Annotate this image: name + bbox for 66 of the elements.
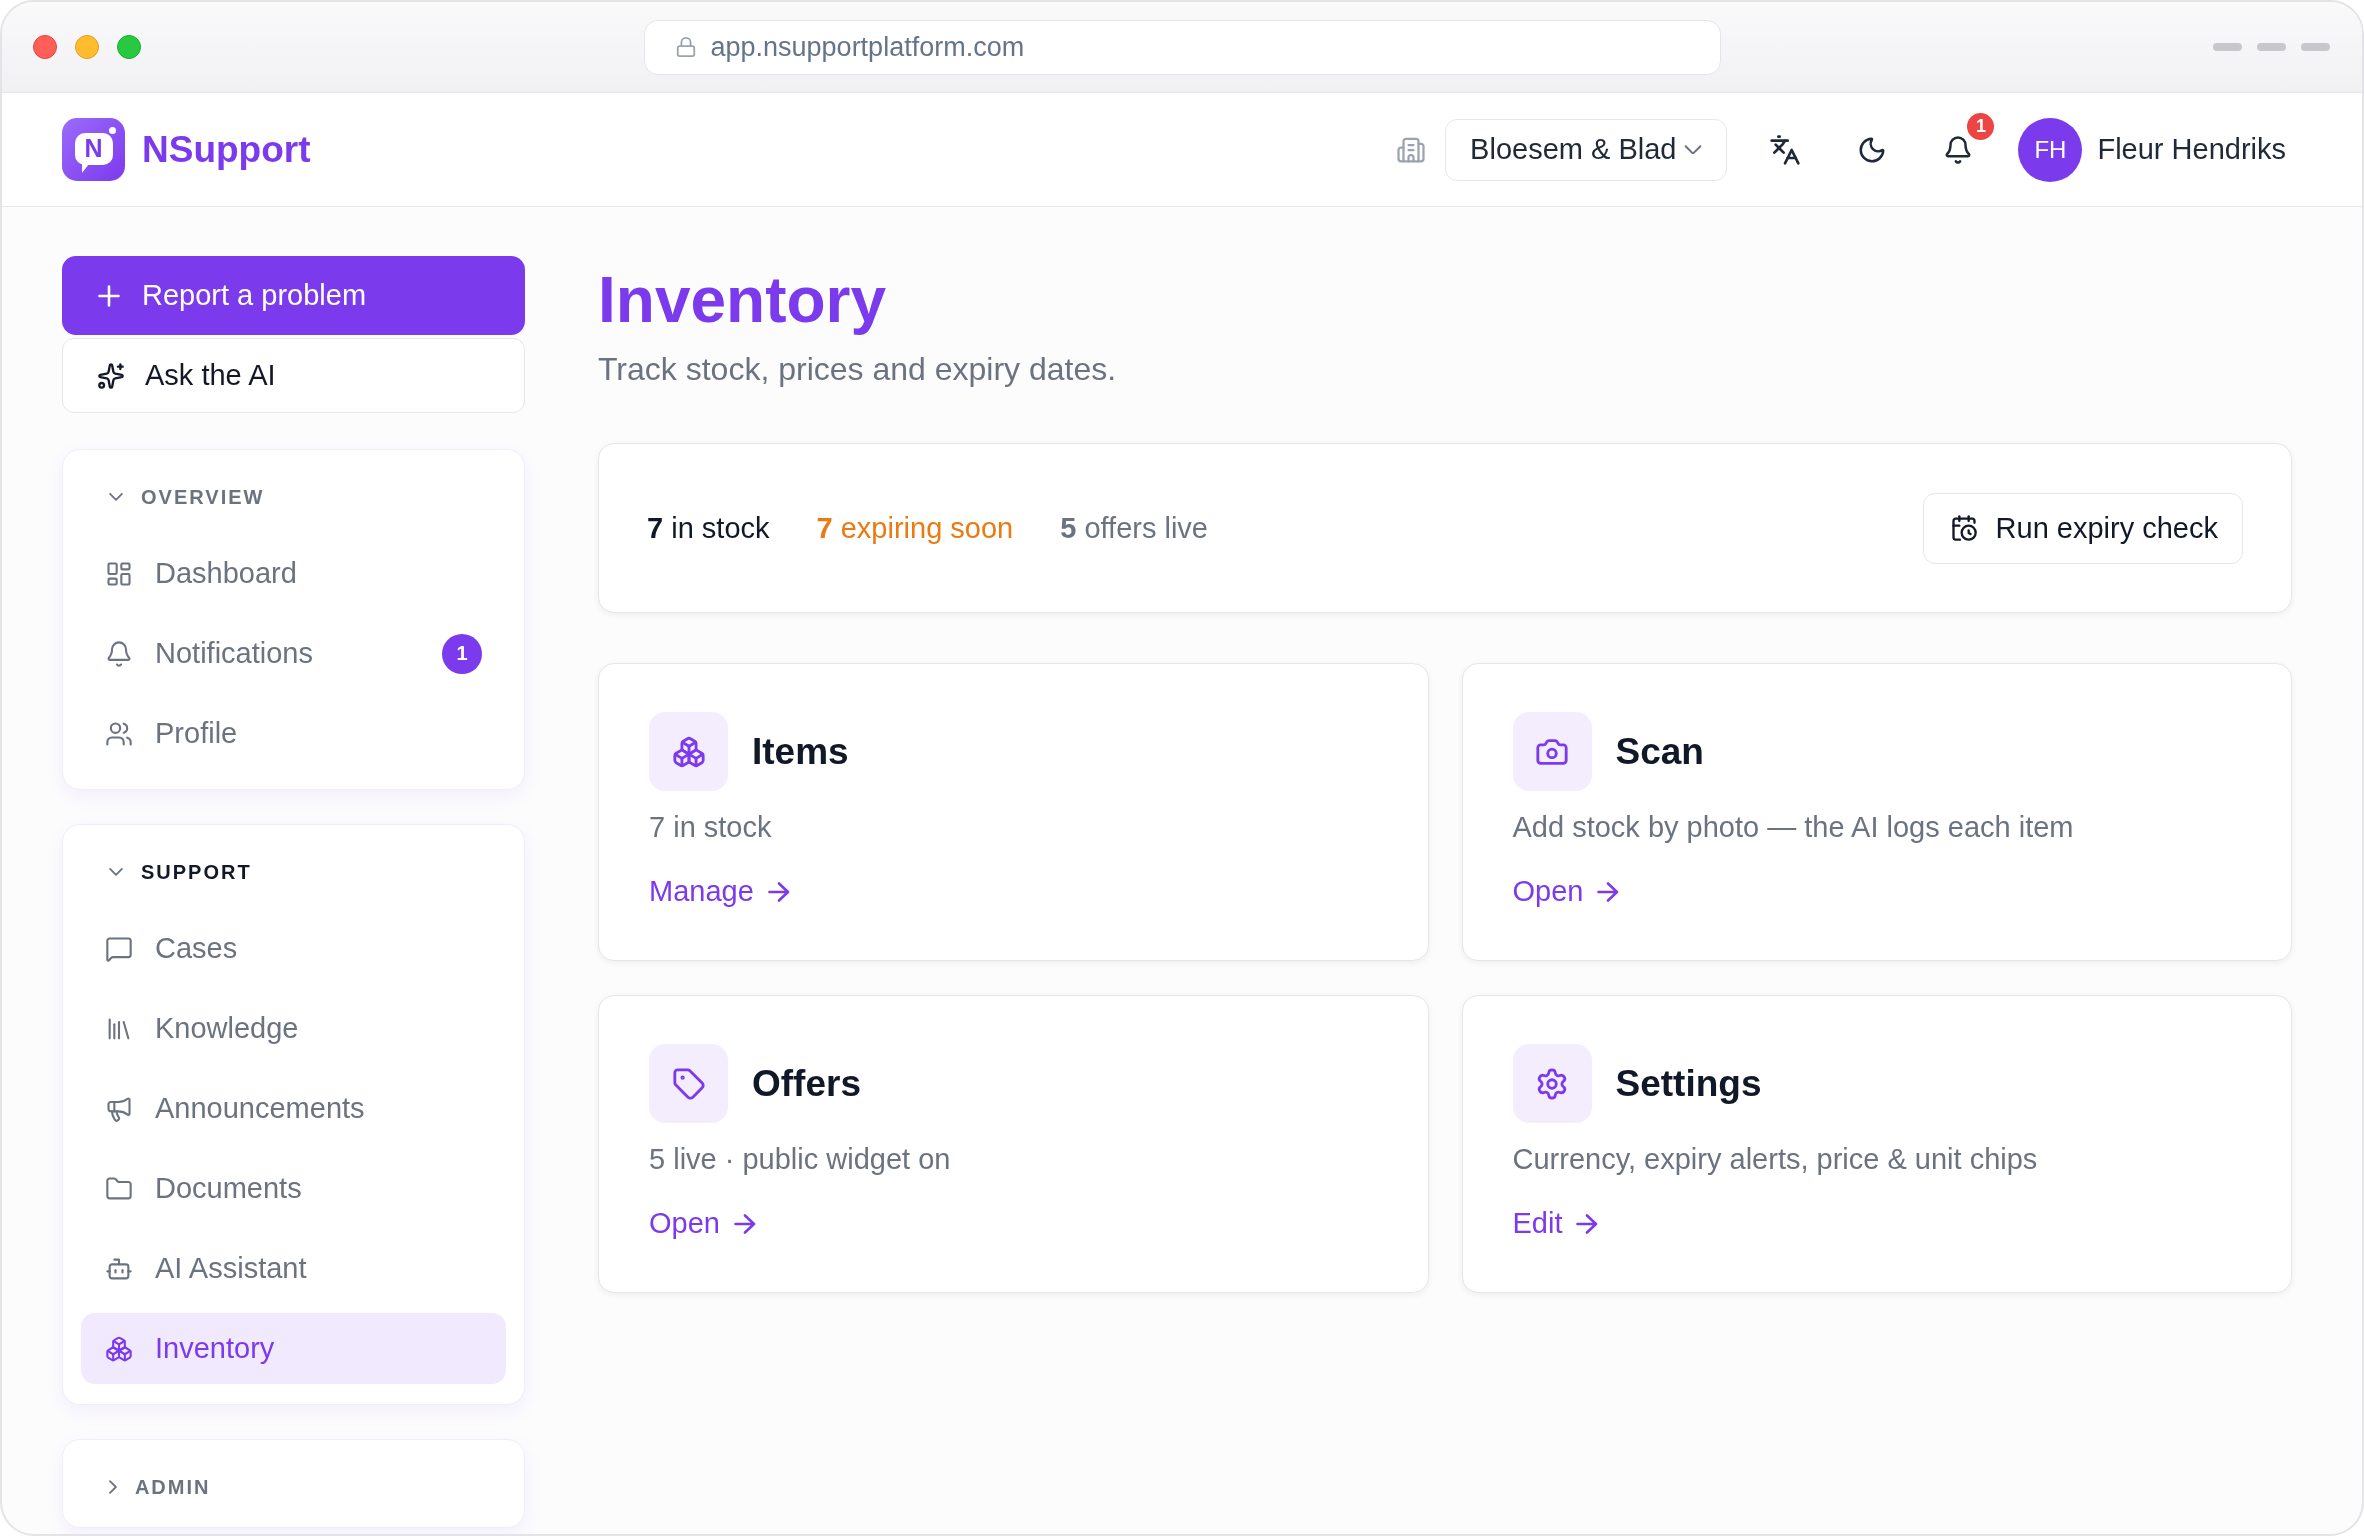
sidebar-item[interactable]: AI Assistant [81,1233,506,1304]
card-title: Scan [1615,730,1704,773]
stat-text: 7 expiring soon [816,511,1014,545]
card-title: Settings [1615,1062,1762,1105]
card-description: Add stock by photo — the AI logs each item [1512,810,2074,845]
app-logo[interactable]: N [62,118,125,181]
card-description: 5 live · public widget on [649,1142,951,1177]
arrow-right-icon [1597,881,1620,902]
translate-icon[interactable] [1769,133,1802,166]
boxes-icon [105,1334,133,1363]
user-name: Fleur Hendriks [2097,133,2286,166]
users-icon [105,719,133,748]
card-description: Currency, expiry alerts, price & unit chips [1512,1142,2038,1177]
gear-icon [1512,1044,1592,1123]
grid-icon [105,559,133,588]
sidebar-item[interactable]: Dashboard [81,538,506,609]
maximize-dot-icon[interactable] [117,35,141,59]
count-badge: 1 [442,633,482,674]
expiry-check-button[interactable]: Run expiry check [1922,492,2243,564]
page-title: Inventory [598,263,888,337]
sidebar-item[interactable]: Notifications 1 [81,618,506,689]
chevron-down-icon [1684,144,1703,155]
chevron-down-icon [109,493,123,501]
card-link[interactable]: Open [649,1204,756,1243]
ask-ai-button[interactable]: Ask the AI [62,338,525,413]
section-header[interactable]: ADMIN [81,1467,506,1507]
brand-name[interactable]: NSupport [142,128,311,171]
bell-icon [105,639,133,668]
sidebar-item[interactable]: Inventory [81,1313,506,1384]
page-subtitle: Track stock, prices and expiry dates. [598,350,1118,389]
section-header[interactable]: OVERVIEW [81,477,506,517]
section-header[interactable]: SUPPORT [81,852,506,892]
notification-badge: 1 [1965,110,1997,142]
arrow-right-icon [767,881,790,902]
sidebar-item[interactable]: Announcements [81,1073,506,1144]
address-bar[interactable]: app.nsupportplatform.com [643,19,1721,75]
card-title: Items [752,730,849,773]
workspace-select[interactable]: Bloesem & Blad [1445,118,1728,181]
card-title: Offers [752,1062,861,1105]
plus-icon [98,284,120,307]
arrow-right-icon [1576,1213,1599,1234]
lock-icon [674,36,697,58]
calendar-clock-icon [1949,514,1978,542]
user-avatar[interactable]: FH [2018,117,2083,182]
card-link[interactable]: Manage [649,872,790,911]
arrow-right-icon [733,1213,756,1234]
sidebar-item[interactable]: Profile [81,698,506,769]
minimize-dot-icon[interactable] [75,35,99,59]
card-link[interactable]: Edit [1512,1204,1599,1243]
megaphone-icon [105,1094,133,1123]
sidebar-item[interactable]: Cases [81,913,506,984]
sidebar-item[interactable]: Documents [81,1153,506,1224]
sparkles-icon [97,361,125,390]
close-dot-icon[interactable] [33,35,57,59]
boxes-icon [649,712,728,791]
chat-bubble-icon [105,934,133,963]
camera-icon [1512,712,1592,791]
chevron-down-icon [109,868,123,876]
sidebar-item[interactable]: Knowledge [81,993,506,1064]
tag-icon [649,1044,728,1123]
chevron-right-icon [109,1480,117,1494]
card-link[interactable]: Open [1512,872,1620,911]
report-problem-button[interactable]: Report a problem [62,256,525,335]
card-description: 7 in stock [649,810,772,845]
stat-text: 5 offers live [1060,511,1208,545]
stat-text: 7 in stock [647,511,770,545]
